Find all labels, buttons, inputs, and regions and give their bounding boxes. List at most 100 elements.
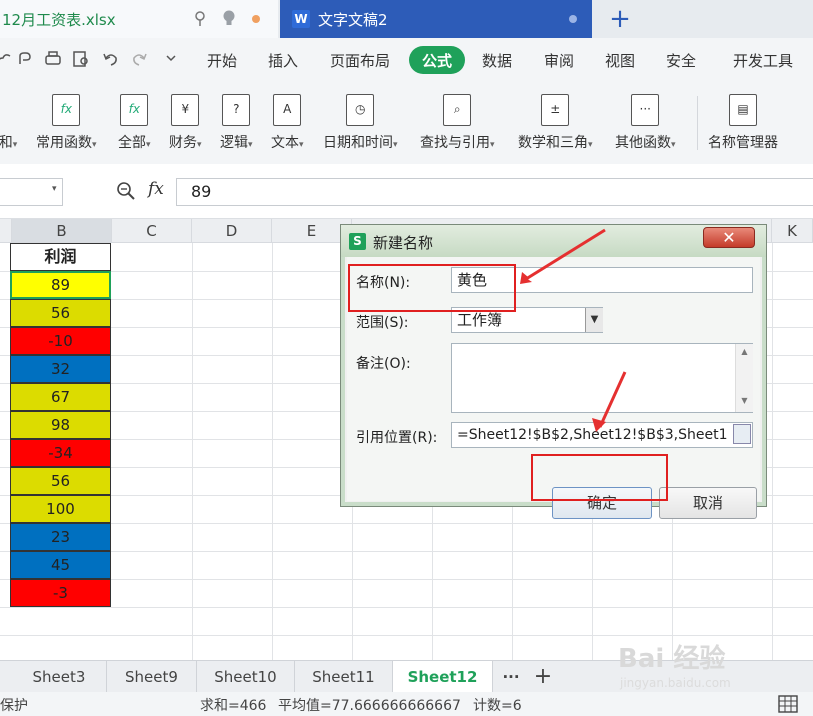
menu-bar: 开始 插入 页面布局 公式 数据 审阅 视图 安全 开发工具 — [0, 38, 813, 82]
cell-profit[interactable]: 56 — [10, 299, 111, 327]
cell-profit[interactable]: 45 — [10, 551, 111, 579]
column-header-a[interactable] — [0, 219, 12, 243]
comment-scrollbar[interactable]: ▲ ▼ — [735, 344, 753, 412]
sheet-tab[interactable]: Sheet11 — [295, 661, 393, 693]
cell-b1-header[interactable]: 利润 — [10, 243, 111, 271]
redo-icon[interactable] — [130, 50, 148, 68]
ribbon-common-functions-button[interactable]: fx 常用函数▾ — [36, 94, 97, 152]
ribbon-text-button[interactable]: A 文本▾ — [271, 94, 304, 152]
column-header-b[interactable]: B — [12, 219, 112, 243]
unsaved-dot-icon — [252, 15, 260, 23]
ribbon-date-time-button[interactable]: ◷ 日期和时间▾ — [323, 94, 398, 152]
ribbon-all-functions-button[interactable]: fx 全部▾ — [118, 94, 151, 152]
name-manager-icon: ▤ — [729, 94, 757, 126]
column-header-c[interactable]: C — [112, 219, 192, 243]
protect-status[interactable]: 保护 — [0, 695, 28, 715]
lightbulb-icon[interactable] — [222, 10, 236, 26]
cell-profit[interactable]: -3 — [10, 579, 111, 607]
undo-icon[interactable] — [102, 50, 120, 68]
ribbon-logic-button[interactable]: ? 逻辑▾ — [220, 94, 253, 152]
status-average: 平均值=77.666666666667 — [278, 698, 461, 714]
formula-input[interactable]: 89 — [176, 178, 813, 206]
column-header-k[interactable]: K — [772, 219, 813, 243]
gridline — [772, 243, 773, 660]
cloud-icon[interactable] — [0, 50, 14, 68]
new-tab-button[interactable]: + — [600, 4, 640, 34]
formula-ribbon: 和▾ fx 常用函数▾ fx 全部▾ ¥ 财务▾ ? 逻辑▾ A 文本▾ ◷ 日… — [0, 82, 813, 165]
watermark-url: jingyan.baidu.com — [620, 676, 731, 690]
menu-view[interactable]: 视图 — [605, 50, 635, 71]
menu-review[interactable]: 审阅 — [544, 50, 574, 71]
cell-profit[interactable]: -10 — [10, 327, 111, 355]
gridline — [0, 523, 813, 524]
formula-bar: ▾ fx 89 — [0, 164, 813, 219]
ribbon-finance-button[interactable]: ¥ 财务▾ — [169, 94, 202, 152]
ribbon-separator — [697, 96, 698, 150]
ribbon-autosum-button[interactable]: 和▾ — [0, 94, 22, 152]
sheet-tab[interactable]: Sheet9 — [107, 661, 197, 693]
gridline — [272, 243, 273, 660]
ribbon-math-button[interactable]: ± 数学和三角▾ — [518, 94, 593, 152]
annotation-arrows — [520, 228, 627, 432]
add-sheet-button[interactable]: + — [528, 661, 558, 693]
fx-icon[interactable]: fx — [148, 179, 164, 199]
sheet-tab[interactable]: Sheet10 — [197, 661, 295, 693]
cell-profit[interactable]: 89 — [10, 271, 111, 299]
gridline — [192, 243, 193, 660]
cancel-button[interactable]: 取消 — [659, 487, 757, 519]
status-count: 计数=6 — [473, 698, 522, 714]
more-sheets-icon[interactable]: ··· — [495, 661, 527, 693]
gridline — [0, 607, 813, 608]
link-icon[interactable] — [16, 50, 34, 68]
menu-formulas[interactable]: 公式 — [409, 46, 465, 74]
menu-data[interactable]: 数据 — [482, 50, 512, 71]
sheet-tab[interactable]: Sheet3 — [12, 661, 107, 693]
pin-icon[interactable] — [194, 11, 206, 27]
menu-insert[interactable]: 插入 — [268, 50, 298, 71]
ribbon-name-manager-button[interactable]: ▤ 名称管理器 — [708, 94, 778, 152]
status-bar: 保护 求和=466 平均值=77.666666666667 计数=6 — [0, 692, 813, 716]
cell-profit[interactable]: 56 — [10, 467, 111, 495]
cell-profit[interactable]: 23 — [10, 523, 111, 551]
chevron-down-icon[interactable]: ▾ — [52, 184, 57, 194]
dialog-title: 新建名称 — [373, 234, 434, 252]
cell-profit[interactable]: 32 — [10, 355, 111, 383]
tab-spreadsheet[interactable]: 12月工资表.xlsx — [0, 0, 278, 38]
column-header-d[interactable]: D — [192, 219, 272, 243]
logic-icon: ? — [222, 94, 251, 126]
ribbon-lookup-button[interactable]: ⌕ 查找与引用▾ — [420, 94, 495, 152]
lookup-icon: ⌕ — [443, 94, 472, 126]
gridline — [0, 551, 813, 552]
zoom-icon[interactable] — [116, 181, 136, 201]
menu-security[interactable]: 安全 — [666, 50, 696, 71]
watermark-logo: Bai 经验 — [618, 644, 726, 674]
reference-label: 引用位置(R): — [356, 430, 438, 446]
gridline — [0, 579, 813, 580]
print-preview-icon[interactable] — [72, 50, 90, 68]
text-icon: A — [273, 94, 302, 126]
close-button[interactable]: ✕ — [703, 227, 755, 248]
collapse-dialog-icon[interactable] — [733, 424, 751, 444]
sheet-tab-active[interactable]: Sheet12 — [393, 661, 493, 693]
menu-home[interactable]: 开始 — [207, 50, 237, 71]
spreadsheet-logo-icon: S — [349, 233, 366, 250]
ribbon-more-functions-button[interactable]: ··· 其他函数▾ — [615, 94, 676, 152]
tab-status-dot-icon — [569, 15, 577, 23]
comment-label: 备注(O): — [356, 356, 411, 372]
gridline — [0, 635, 813, 636]
cell-profit[interactable]: 67 — [10, 383, 111, 411]
finance-icon: ¥ — [171, 94, 200, 126]
fx-all-icon: fx — [120, 94, 149, 126]
customize-dropdown-icon[interactable] — [162, 50, 180, 68]
clock-icon: ◷ — [346, 94, 375, 126]
cell-profit[interactable]: -34 — [10, 439, 111, 467]
cell-profit[interactable]: 100 — [10, 495, 111, 523]
cell-profit[interactable]: 98 — [10, 411, 111, 439]
menu-page-layout[interactable]: 页面布局 — [330, 50, 390, 71]
menu-developer[interactable]: 开发工具 — [733, 50, 793, 71]
sum-icon — [0, 94, 22, 126]
normal-view-icon[interactable] — [778, 695, 798, 713]
common-function-icon: fx — [52, 94, 81, 126]
print-icon[interactable] — [44, 50, 62, 68]
tab-document[interactable]: W 文字文稿2 — [280, 0, 592, 38]
